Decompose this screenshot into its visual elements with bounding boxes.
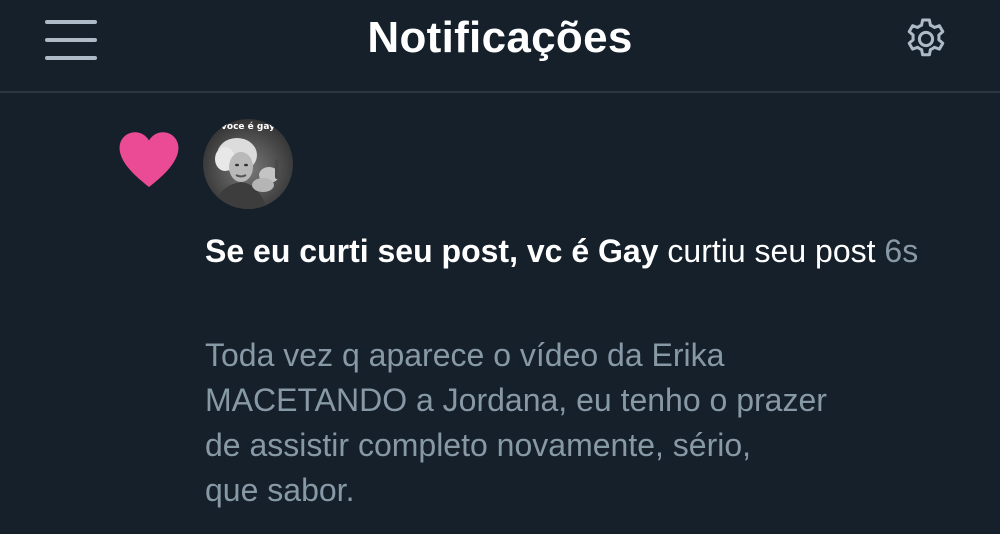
avatar[interactable]: voce é gay <box>203 119 293 209</box>
like-notification[interactable]: voce é gay Se eu curti seu post, vc é Ga… <box>0 95 1000 534</box>
notifications-screen: Notificações voce é gay Se eu curti seu … <box>0 0 1000 534</box>
settings-button[interactable] <box>902 15 950 63</box>
post-preview[interactable]: Toda vez q aparece o vídeo da Erika MACE… <box>205 333 975 513</box>
top-bar: Notificações <box>0 0 1000 93</box>
actor-name[interactable]: Se eu curti seu post, vc é Gay <box>205 233 659 269</box>
page-title: Notificações <box>367 13 633 62</box>
avatar-caption: voce é gay <box>221 122 275 132</box>
action-text: curtiu seu post <box>667 233 876 269</box>
timestamp: 6s <box>884 233 919 269</box>
notification-text: Se eu curti seu post, vc é Gay curtiu se… <box>205 228 965 274</box>
avatar-image <box>203 119 293 209</box>
gear-icon <box>907 18 945 57</box>
menu-button[interactable] <box>40 18 102 62</box>
heart-icon <box>119 132 179 188</box>
